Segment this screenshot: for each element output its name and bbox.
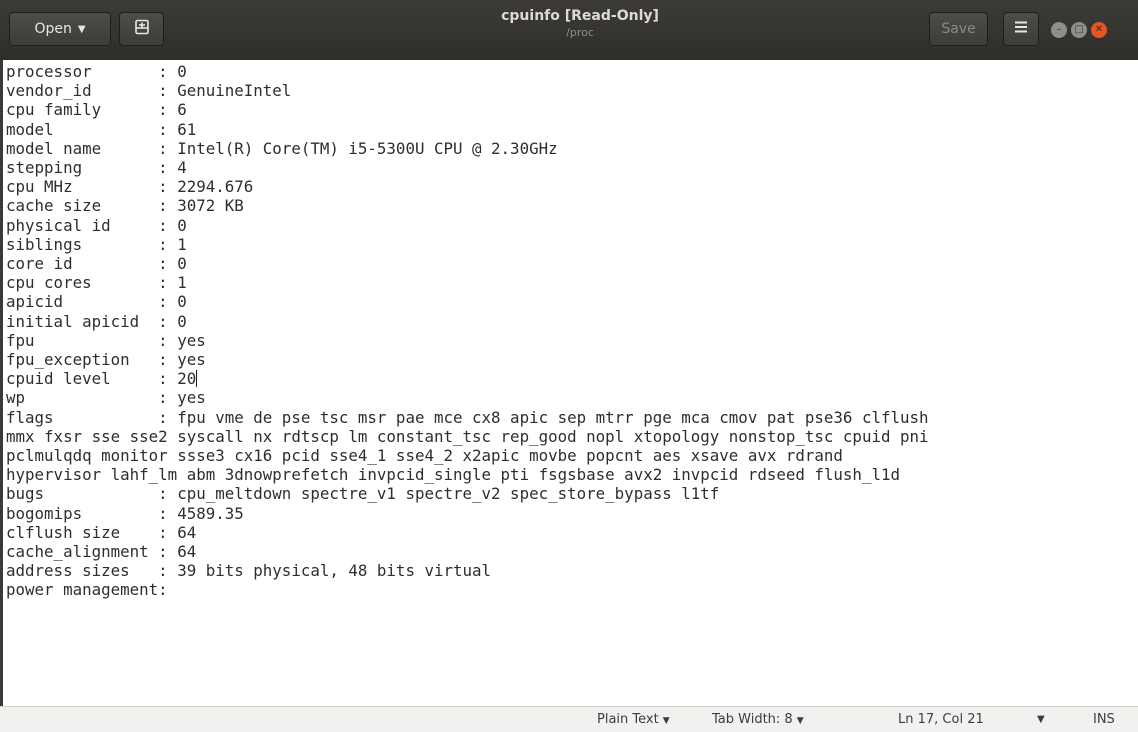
text-line[interactable]: bugs : cpu_meltdown spectre_v1 spectre_v…	[6, 484, 929, 503]
text-line[interactable]: mmx fxsr sse sse2 syscall nx rdtscp lm c…	[6, 427, 929, 446]
window-subtitle: /proc	[566, 26, 594, 39]
chevron-down-icon[interactable]: ▼	[1037, 714, 1045, 725]
text-line[interactable]: physical id : 0	[6, 216, 929, 235]
text-line[interactable]: cpuid level : 20	[6, 369, 929, 388]
new-document-button[interactable]	[119, 12, 164, 46]
text-line[interactable]: address sizes : 39 bits physical, 48 bit…	[6, 561, 929, 580]
text-line[interactable]: cpu cores : 1	[6, 273, 929, 292]
text-line[interactable]: flags : fpu vme de pse tsc msr pae mce c…	[6, 408, 929, 427]
text-line[interactable]: core id : 0	[6, 254, 929, 273]
text-line[interactable]: cpu MHz : 2294.676	[6, 177, 929, 196]
text-line[interactable]: cache_alignment : 64	[6, 542, 929, 561]
tab-width-selector[interactable]: Tab Width: 8 ▼	[712, 712, 804, 727]
text-line[interactable]: hypervisor lahf_lm abm 3dnowprefetch inv…	[6, 465, 929, 484]
maximize-icon[interactable]: □	[1071, 22, 1087, 38]
chevron-down-icon: ▼	[796, 716, 804, 726]
new-document-icon	[134, 19, 150, 39]
window-controls: – □ ✕	[1051, 22, 1107, 38]
close-icon[interactable]: ✕	[1091, 22, 1107, 38]
text-line[interactable]: initial apicid : 0	[6, 312, 929, 331]
text-editor[interactable]: processor : 0 vendor_id : GenuineIntel cpu…	[0, 60, 1138, 706]
text-line[interactable]: vendor_id : GenuineIntel	[6, 81, 929, 100]
chevron-down-icon: ▼	[77, 23, 86, 35]
text-cursor	[196, 370, 198, 388]
text-line[interactable]: processor : 0	[6, 62, 929, 81]
text-line[interactable]: model name : Intel(R) Core(TM) i5-5300U …	[6, 139, 929, 158]
text-line[interactable]: model : 61	[6, 120, 929, 139]
chevron-down-icon: ▼	[662, 716, 670, 726]
text-line[interactable]: fpu : yes	[6, 331, 929, 350]
save-button[interactable]: Save	[929, 12, 988, 46]
cursor-position[interactable]: Ln 17, Col 21	[898, 712, 984, 727]
text-line[interactable]: fpu_exception : yes	[6, 350, 929, 369]
language-label: Plain Text	[597, 712, 659, 727]
insert-mode-indicator[interactable]: INS	[1093, 712, 1115, 727]
status-bar: Plain Text ▼ Tab Width: 8 ▼ Ln 17, Col 21 …	[0, 706, 1138, 732]
text-line[interactable]: power management:	[6, 580, 929, 599]
text-line[interactable]: cpu family : 6	[6, 100, 929, 119]
window-title: cpuinfo [Read-Only]	[501, 8, 659, 24]
tab-width-label: Tab Width: 8	[712, 712, 793, 727]
language-selector[interactable]: Plain Text ▼	[597, 712, 670, 727]
document-text[interactable]: processor : 0 vendor_id : GenuineIntel cpu…	[6, 62, 929, 600]
hamburger-menu-icon	[1014, 21, 1028, 37]
window-title-area: cpuinfo [Read-Only] /proc	[380, 7, 780, 41]
header-bar: Open ▼ cpuinfo [Read-Only] /proc Save – …	[0, 0, 1138, 61]
text-line[interactable]: cache size : 3072 KB	[6, 196, 929, 215]
text-line[interactable]: bogomips : 4589.35	[6, 504, 929, 523]
text-line[interactable]: stepping : 4	[6, 158, 929, 177]
open-button-label: Open	[34, 21, 72, 37]
minimize-icon[interactable]: –	[1051, 22, 1067, 38]
text-line[interactable]: clflush size : 64	[6, 523, 929, 542]
open-button[interactable]: Open ▼	[9, 12, 111, 46]
text-line[interactable]: wp : yes	[6, 388, 929, 407]
text-line[interactable]: pclmulqdq monitor ssse3 cx16 pcid sse4_1…	[6, 446, 929, 465]
text-line[interactable]: siblings : 1	[6, 235, 929, 254]
text-line[interactable]: apicid : 0	[6, 292, 929, 311]
menu-button[interactable]	[1003, 12, 1039, 46]
